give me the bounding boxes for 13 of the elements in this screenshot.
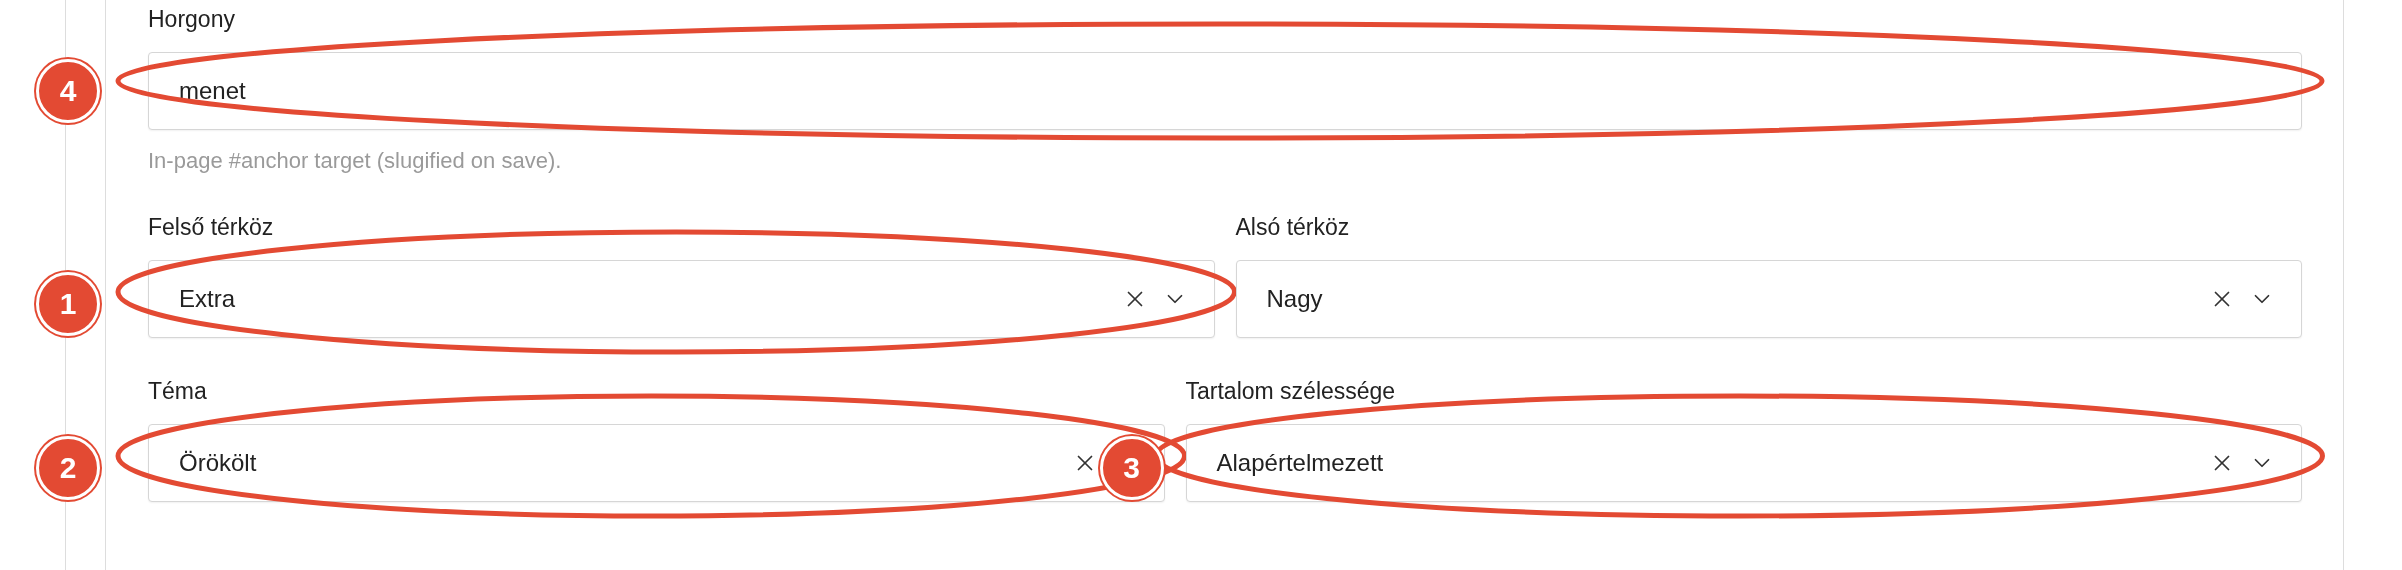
field-label: Téma <box>148 377 208 406</box>
field-label: Alsó térköz <box>1235 213 1351 242</box>
annotation-badge: 2 <box>36 436 100 500</box>
text-field[interactable]: menet <box>148 52 2302 130</box>
annotation-badge: 1 <box>36 272 100 336</box>
select-field[interactable]: Alapértelmezett <box>1185 424 2302 502</box>
select-field[interactable]: Nagy <box>1235 260 2302 338</box>
annotation-badge: 4 <box>36 59 100 123</box>
field-label: Horgony <box>148 5 236 34</box>
select-field[interactable]: Extra <box>148 260 1215 338</box>
field-label: Tartalom szélessége <box>1185 377 1397 406</box>
help-text: In-page #anchor target (slugified on save). <box>148 148 563 174</box>
field-label: Felső térköz <box>148 213 275 242</box>
